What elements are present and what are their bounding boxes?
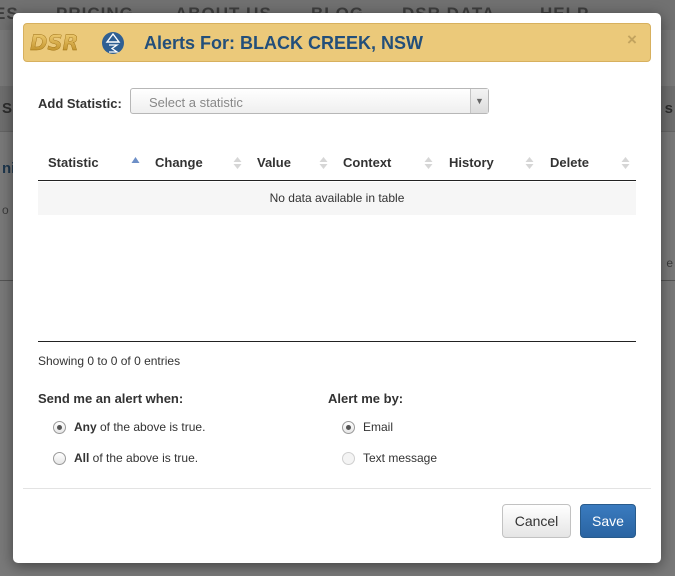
table-empty-row: No data available in table [38, 182, 636, 215]
alerts-table: Statistic Change Value Context History D… [38, 147, 636, 215]
table-header: Statistic Change Value Context History D… [38, 147, 636, 181]
chevron-down-icon[interactable]: ▼ [470, 89, 488, 113]
save-button[interactable]: Save [580, 504, 636, 538]
statistic-select-placeholder: Select a statistic [149, 95, 243, 110]
radio-button-text-message [342, 452, 355, 465]
radio-button-all[interactable] [53, 452, 66, 465]
column-header-history[interactable]: History [449, 155, 494, 170]
column-header-value[interactable]: Value [257, 155, 291, 170]
footer-divider [23, 488, 651, 489]
sort-icon[interactable] [621, 155, 630, 171]
radio-all-label[interactable]: All of the above is true. [74, 451, 198, 465]
radio-button-any[interactable] [53, 421, 66, 434]
radio-any-bold: Any [74, 420, 97, 434]
radio-all-rest: of the above is true. [89, 451, 199, 465]
sort-asc-icon[interactable] [131, 155, 140, 171]
cancel-button[interactable]: Cancel [502, 504, 571, 538]
radio-all-bold: All [74, 451, 90, 465]
radio-any-rest: of the above is true. [96, 420, 206, 434]
sort-icon[interactable] [319, 155, 328, 171]
add-statistic-label: Add Statistic: [38, 96, 122, 111]
column-header-context[interactable]: Context [343, 155, 391, 170]
close-icon[interactable]: × [622, 30, 642, 50]
radio-button-email[interactable] [342, 421, 355, 434]
svg-text:DSR: DSR [30, 31, 79, 55]
radio-email-label[interactable]: Email [363, 420, 393, 434]
radio-text-message-label: Text message [363, 451, 438, 465]
sort-icon[interactable] [424, 155, 433, 171]
sort-icon[interactable] [233, 155, 242, 171]
sort-icon[interactable] [525, 155, 534, 171]
table-bottom-border [38, 341, 636, 342]
alerts-modal: DSR Alerts For: BLACK CREEK, NSW × Add S… [13, 13, 661, 563]
column-header-change[interactable]: Change [155, 155, 203, 170]
alert-by-label: Alert me by: [328, 391, 404, 406]
column-header-statistic[interactable]: Statistic [48, 155, 99, 170]
table-info: Showing 0 to 0 of 0 entries [38, 354, 181, 368]
column-header-delete[interactable]: Delete [550, 155, 589, 170]
radio-any-label[interactable]: Any of the above is true. [74, 420, 205, 434]
modal-title: Alerts For: BLACK CREEK, NSW [144, 33, 424, 53]
send-alert-label: Send me an alert when: [38, 391, 184, 406]
modal-header: DSR Alerts For: BLACK CREEK, NSW × [23, 23, 651, 62]
statistic-select[interactable]: Select a statistic ▼ [130, 88, 489, 114]
dsr-logo: DSR [30, 31, 124, 55]
